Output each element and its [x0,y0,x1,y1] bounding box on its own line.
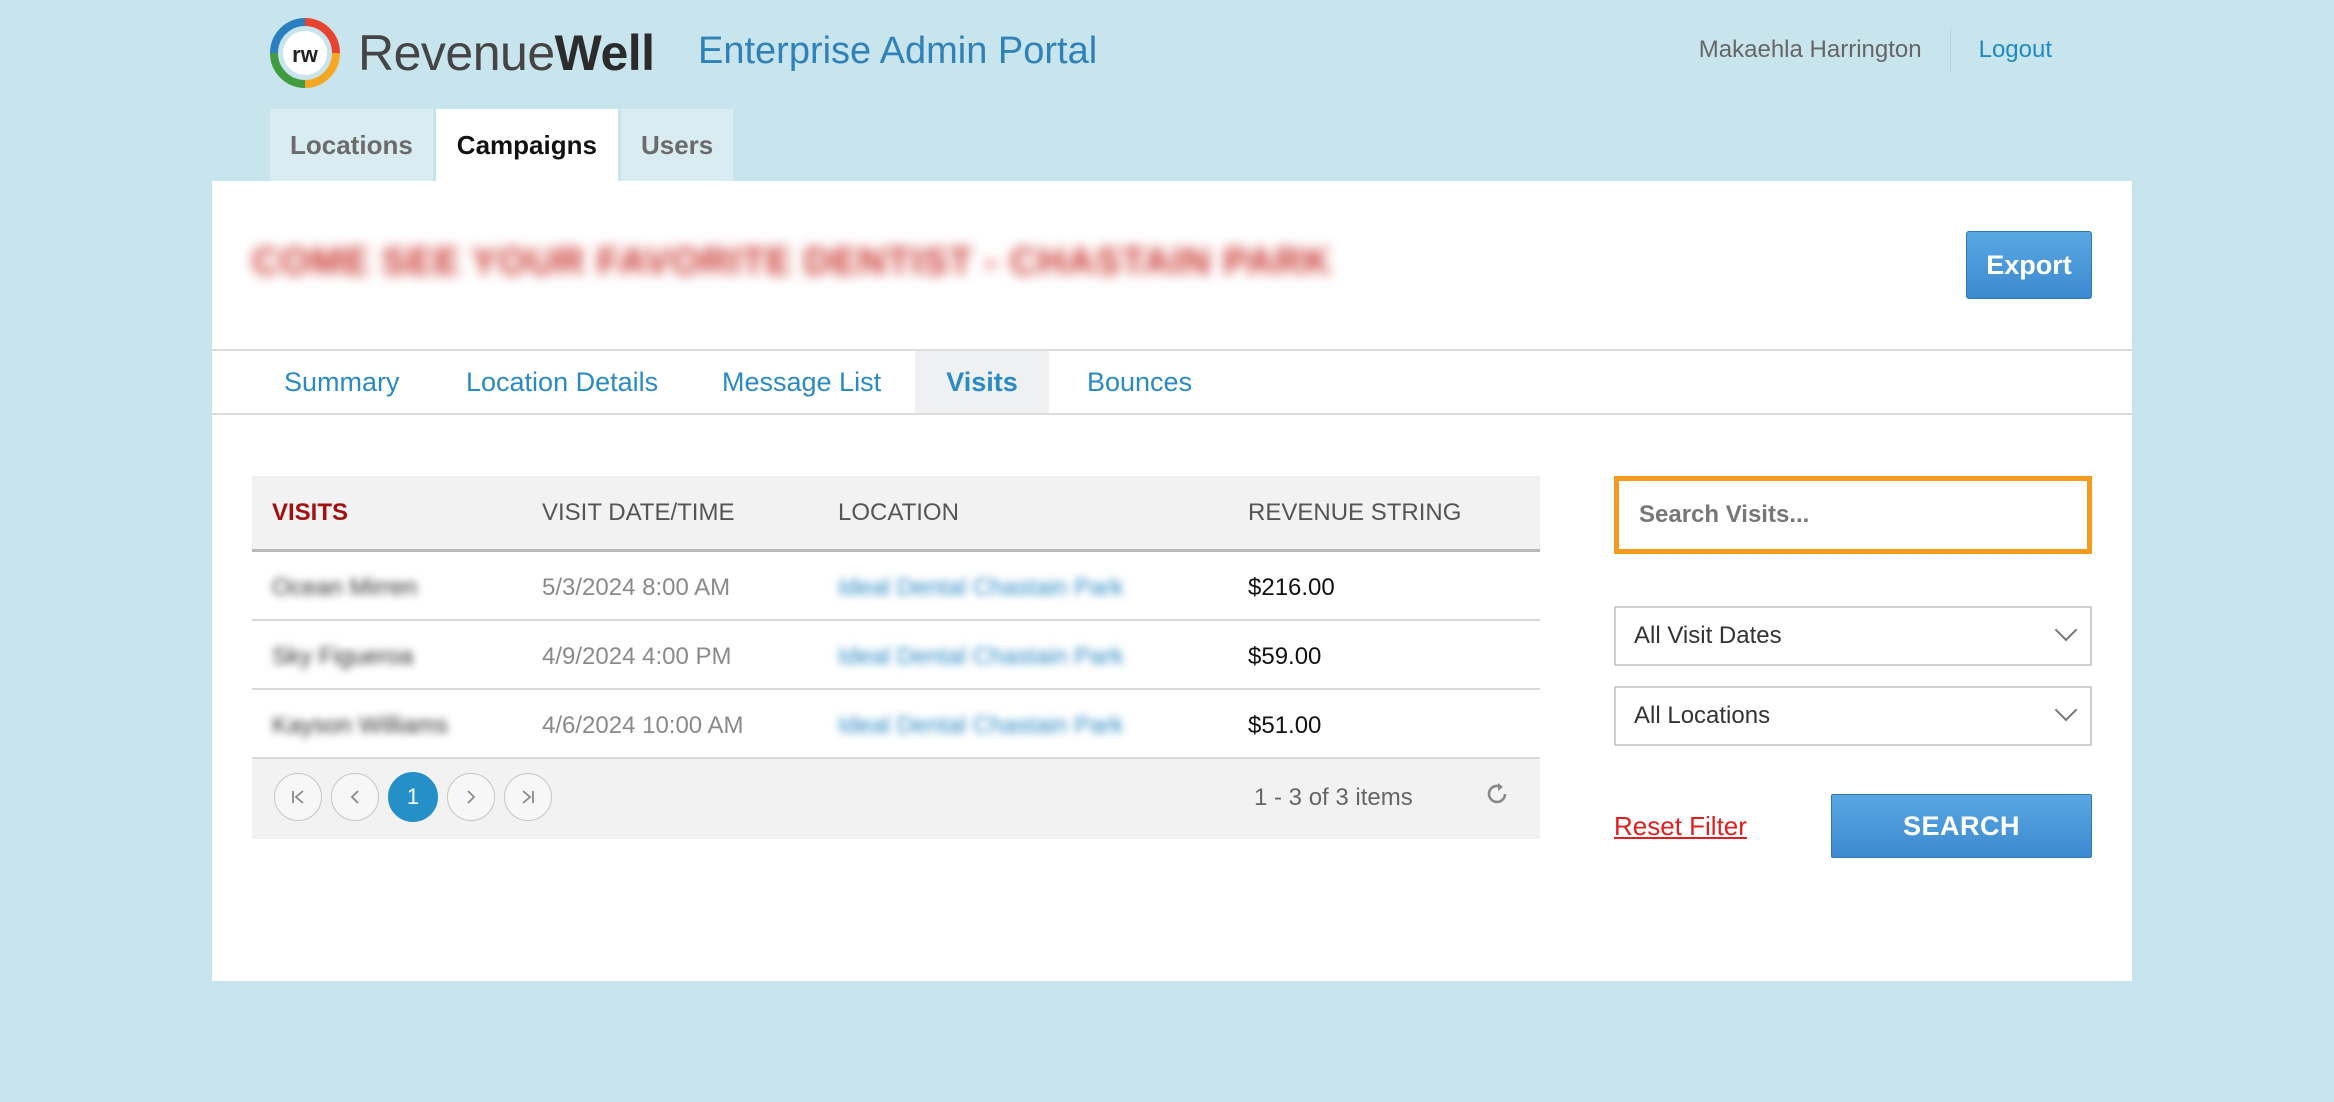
visit-dates-select[interactable]: All Visit Dates [1614,606,2092,666]
campaign-title: COME SEE YOUR FAVORITE DENTIST - CHASTAI… [252,241,1332,283]
cell-visit-date: 4/9/2024 4:00 PM [542,643,732,670]
logo-wordmark: RevenueWell [358,24,655,82]
table-row[interactable]: Ocean Mirren 5/3/2024 8:00 AM Ideal Dent… [252,552,1540,621]
cell-visit-date: 5/3/2024 8:00 AM [542,574,731,601]
tab-bounces[interactable]: Bounces [1087,351,1192,413]
prev-page-icon[interactable] [331,773,379,821]
campaign-panel: COME SEE YOUR FAVORITE DENTIST - CHASTAI… [212,181,2132,981]
column-header-location[interactable]: LOCATION [838,499,959,527]
visit-dates-value: All Visit Dates [1634,622,1782,649]
last-page-icon[interactable] [504,773,552,821]
logo-mark-icon: rw [270,18,340,88]
table-row[interactable]: Kayson Williams 4/6/2024 10:00 AM Ideal … [252,690,1540,759]
search-button[interactable]: SEARCH [1831,794,2092,858]
cell-revenue: $51.00 [1248,712,1322,739]
cell-visit-date: 4/6/2024 10:00 AM [542,712,744,739]
cell-location-link[interactable]: Ideal Dental Chastain Park [838,712,1124,740]
revenuewell-logo[interactable]: rw RevenueWell [270,18,655,88]
first-page-icon[interactable] [274,773,322,821]
cell-revenue: $216.00 [1248,574,1335,601]
pager-info: 1 - 3 of 3 items [1254,784,1413,811]
table-row[interactable]: Sky Figueroa 4/9/2024 4:00 PM Ideal Dent… [252,621,1540,690]
user-area: Makaehla Harrington Logout [1699,28,2052,72]
user-divider [1949,28,1951,72]
search-visits-input[interactable] [1619,481,2087,549]
user-name: Makaehla Harrington [1698,36,1922,63]
tab-visits[interactable]: Visits [915,351,1049,413]
export-button[interactable]: Export [1966,231,2092,299]
search-visits-field[interactable] [1614,476,2092,554]
tab-message-list[interactable]: Message List [722,351,881,413]
locations-select[interactable]: All Locations [1614,686,2092,746]
page-number-button[interactable]: 1 [388,772,438,822]
next-page-icon[interactable] [447,773,495,821]
grid-pager: 1 1 - 3 of 3 items [252,759,1540,839]
cell-visitor-name: Sky Figueroa [272,643,414,670]
top-nav-tabs: Locations Campaigns Users [270,109,736,181]
visits-grid: VISITS VISIT DATE/TIME LOCATION REVENUE … [252,476,1540,839]
logout-link[interactable]: Logout [1979,36,2052,64]
cell-visitor-name: Kayson Williams [272,712,449,739]
tab-locations[interactable]: Locations [270,109,433,181]
tab-summary[interactable]: Summary [284,351,400,413]
column-header-revenue[interactable]: REVENUE STRING [1248,499,1461,527]
campaign-sub-tabs: Summary Location Details Message List Vi… [212,349,2132,415]
portal-title: Enterprise Admin Portal [698,30,1098,72]
cell-location-link[interactable]: Ideal Dental Chastain Park [838,574,1124,602]
grid-header: VISITS VISIT DATE/TIME LOCATION REVENUE … [252,476,1540,552]
column-header-visits[interactable]: VISITS [272,499,348,527]
cell-location-link[interactable]: Ideal Dental Chastain Park [838,643,1124,671]
cell-revenue: $59.00 [1248,643,1322,670]
chevron-down-icon [2054,618,2078,642]
cell-visitor-name: Ocean Mirren [272,574,418,601]
locations-value: All Locations [1634,702,1771,729]
tab-users[interactable]: Users [620,109,734,181]
refresh-icon[interactable] [1484,781,1510,815]
tab-campaigns[interactable]: Campaigns [435,109,618,181]
chevron-down-icon [2054,698,2078,722]
column-header-visit-date[interactable]: VISIT DATE/TIME [542,499,734,527]
reset-filter-link[interactable]: Reset Filter [1614,811,1747,842]
tab-location-details[interactable]: Location Details [466,351,658,413]
logo-text-light: Revenue [358,25,555,81]
logo-text-bold: Well [554,25,655,81]
logo-mark-text: rw [292,42,319,67]
